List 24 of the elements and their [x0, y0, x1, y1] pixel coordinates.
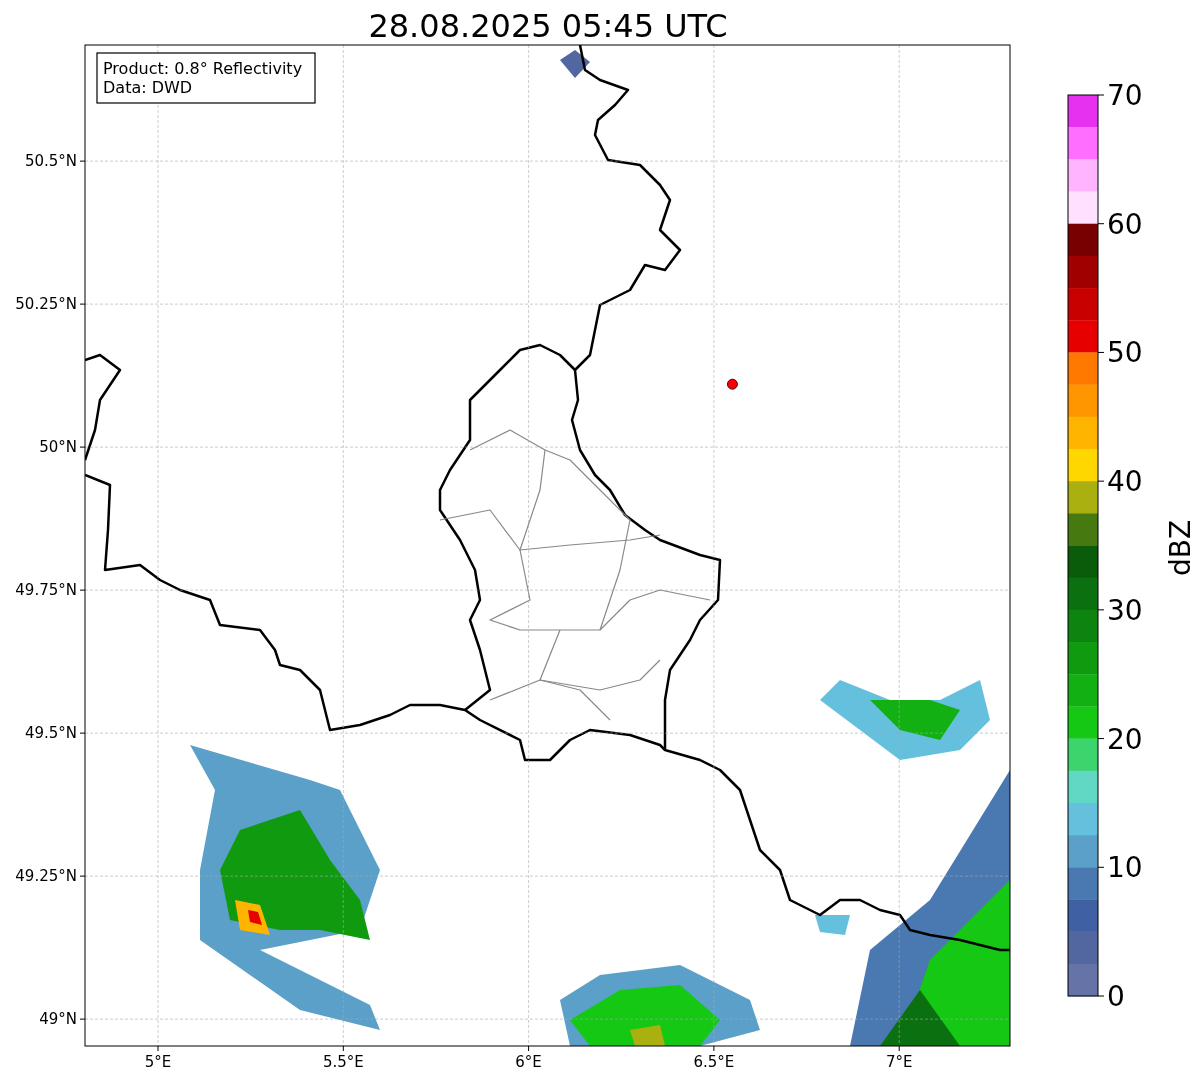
colorbar-tick-label: 10 — [1107, 851, 1143, 885]
legend-text: Product: 0.8° Reflectivity — [103, 59, 303, 78]
axis-tick-label: 6.5°E — [693, 1053, 735, 1071]
colorbar-tick-label: 20 — [1107, 722, 1143, 756]
axis-tick-label: 49.25°N — [15, 867, 77, 886]
axis-tick-label: 50.25°N — [15, 295, 77, 314]
axis-tick-label: 50°N — [39, 438, 77, 457]
colorbar-tick-label: 30 — [1107, 593, 1143, 627]
axis-tick-label: 50.5°N — [24, 152, 77, 171]
colorbar-tick-label: 40 — [1107, 465, 1143, 499]
axis-tick-label: 49.5°N — [24, 724, 77, 743]
colorbar-tick-label: 50 — [1107, 336, 1143, 370]
colorbar-label: dBZ — [1164, 519, 1197, 577]
colorbar-tick-label: 60 — [1107, 207, 1143, 241]
axis-tick-label: 6°E — [515, 1053, 542, 1071]
axis-tick-label: 5°E — [144, 1053, 172, 1071]
axis-tick-label: 49°N — [39, 1010, 77, 1029]
chart-title: 28.08.2025 05:45 UTC — [368, 7, 728, 45]
legend-text: Data: DWD — [103, 78, 193, 97]
axis-tick-label: 49.75°N — [15, 581, 77, 600]
axis-tick-label: 7°E — [885, 1053, 913, 1071]
colorbar-tick-label: 0 — [1107, 980, 1125, 1013]
axis-tick-label: 5.5°E — [322, 1053, 364, 1071]
colorbar-tick-label: 70 — [1107, 79, 1143, 112]
